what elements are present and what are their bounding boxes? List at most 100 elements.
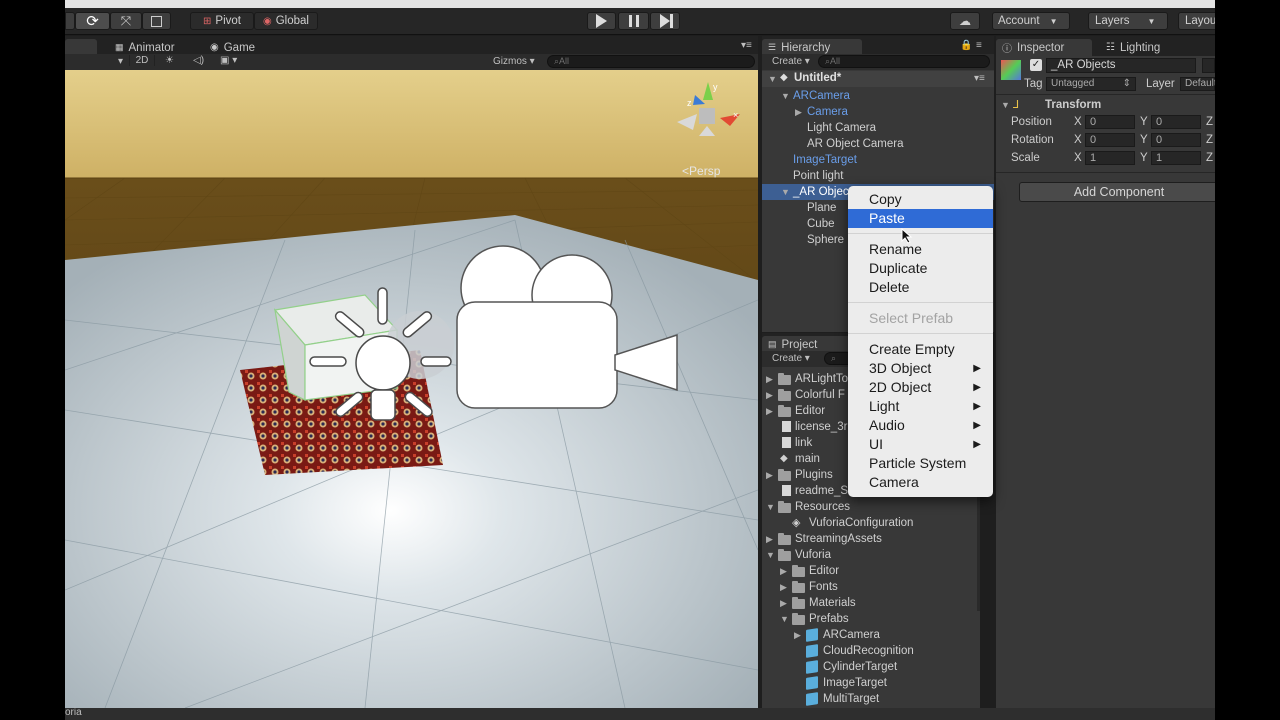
panel-menu-icon[interactable]: ▾≡ xyxy=(741,40,752,51)
audio-toggle-icon[interactable]: ◁) xyxy=(193,55,204,66)
active-checkbox[interactable]: ✓ xyxy=(1030,59,1042,71)
tab-inspector[interactable]: ⓘ Inspector xyxy=(996,39,1092,56)
2d-toggle[interactable]: 2D xyxy=(129,55,155,66)
collapsed-triangle-icon[interactable]: ▶ xyxy=(766,467,773,483)
lighting-icon: ☷ xyxy=(1106,42,1115,53)
collapsed-triangle-icon[interactable]: ▶ xyxy=(795,104,802,120)
step-button[interactable] xyxy=(650,12,680,30)
project-item[interactable]: ▶ Fonts xyxy=(762,579,977,595)
layer-dropdown[interactable]: Default xyxy=(1180,77,1215,91)
project-item-label: ImageTarget xyxy=(823,677,887,689)
project-item[interactable]: ▶ StreamingAssets xyxy=(762,531,977,547)
perspective-label[interactable]: <Persp xyxy=(682,164,720,178)
menu-item[interactable]: Paste xyxy=(848,209,993,228)
project-item[interactable]: ▶ Materials xyxy=(762,595,977,611)
menu-item[interactable]: Copy xyxy=(848,190,993,209)
folder-icon xyxy=(778,501,791,513)
scene-viewport[interactable]: × y z xyxy=(65,70,758,708)
effects-toggle-icon[interactable]: ▣ ▾ xyxy=(220,55,237,66)
menu-item[interactable]: Audio ▶ xyxy=(848,416,993,435)
collab-button[interactable]: ☁ xyxy=(950,12,980,30)
project-create-dropdown[interactable]: Create ▾ xyxy=(772,353,810,364)
panel-menu-icon[interactable]: ≡ xyxy=(976,40,982,51)
collapsed-triangle-icon[interactable]: ▶ xyxy=(766,531,773,547)
lock-icon[interactable]: 🔒 xyxy=(960,40,972,51)
global-toggle[interactable]: ◉ Global xyxy=(254,12,318,30)
project-item[interactable]: ▼ Resources xyxy=(762,499,977,515)
project-item[interactable]: CloudRecognition xyxy=(762,643,977,659)
pause-button[interactable] xyxy=(618,12,649,30)
tab-lighting[interactable]: ☷ Lighting xyxy=(1096,39,1170,56)
collapsed-triangle-icon[interactable]: ▶ xyxy=(766,371,773,387)
project-item[interactable]: ▼ Prefabs xyxy=(762,611,977,627)
hierarchy-item[interactable]: Light Camera xyxy=(762,120,994,136)
collapsed-triangle-icon[interactable]: ▶ xyxy=(766,387,773,403)
x-value-field[interactable]: 0 xyxy=(1085,133,1135,147)
transform-collapse-icon[interactable]: ▼ xyxy=(1001,100,1010,110)
pivot-toggle[interactable]: ⊞ Pivot xyxy=(190,12,254,30)
project-item[interactable]: MultiTarget xyxy=(762,691,977,707)
project-item[interactable]: ▶ Editor xyxy=(762,563,977,579)
menu-item[interactable]: Light ▶ xyxy=(848,397,993,416)
x-value-field[interactable]: 1 xyxy=(1085,151,1135,165)
gizmos-dropdown[interactable]: Gizmos ▾ xyxy=(493,56,535,67)
lighting-toggle-icon[interactable]: ☀ xyxy=(165,55,174,66)
menu-item[interactable]: 2D Object ▶ xyxy=(848,378,993,397)
folder-icon xyxy=(778,469,791,481)
account-dropdown[interactable]: Account ▼ xyxy=(992,12,1070,30)
project-item[interactable]: CylinderTarget xyxy=(762,659,977,675)
folder-icon xyxy=(792,581,805,593)
menu-item[interactable]: Camera xyxy=(848,473,993,492)
project-item[interactable]: ◈ VuforiaConfiguration xyxy=(762,515,977,531)
menu-item[interactable]: UI ▶ xyxy=(848,435,993,454)
menu-item[interactable]: Create Empty xyxy=(848,340,993,359)
menu-item[interactable]: 3D Object ▶ xyxy=(848,359,993,378)
menu-item[interactable]: Particle System xyxy=(848,454,993,473)
shading-mode-dropdown[interactable]: ▾ xyxy=(118,56,123,67)
project-item[interactable]: ▼ Vuforia xyxy=(762,547,977,563)
menu-item-label: Light xyxy=(869,398,900,414)
hierarchy-create-dropdown[interactable]: Create ▾ xyxy=(772,56,810,67)
collapse-triangle-icon[interactable]: ▼ xyxy=(768,74,777,84)
hand-tool-button[interactable] xyxy=(65,12,75,30)
y-value-field[interactable]: 1 xyxy=(1151,151,1201,165)
add-component-button[interactable]: Add Component xyxy=(1019,182,1215,202)
menu-item[interactable]: Rename xyxy=(848,240,993,259)
rect-icon xyxy=(151,15,162,27)
static-checkbox[interactable] xyxy=(1202,58,1215,73)
rotate-tool-button[interactable]: ⟳ xyxy=(75,12,110,30)
expanded-triangle-icon[interactable]: ▼ xyxy=(781,88,790,104)
x-value-field[interactable]: 0 xyxy=(1085,115,1135,129)
object-name-field[interactable]: _AR Objects xyxy=(1046,58,1196,73)
hierarchy-item[interactable]: ▶ Camera xyxy=(762,104,994,120)
collapsed-triangle-icon[interactable]: ▶ xyxy=(766,403,773,419)
hierarchy-item[interactable]: ▼ ARCamera xyxy=(762,88,994,104)
scene-search-input[interactable]: ⌕All xyxy=(547,55,755,68)
hierarchy-item[interactable]: AR Object Camera xyxy=(762,136,994,152)
hierarchy-item[interactable]: ImageTarget xyxy=(762,152,994,168)
y-value-field[interactable]: 0 xyxy=(1151,115,1201,129)
collapsed-triangle-icon[interactable]: ▶ xyxy=(780,595,787,611)
hierarchy-search-input[interactable]: ⌕All xyxy=(818,55,990,68)
hierarchy-item[interactable]: Point light xyxy=(762,168,994,184)
scale-tool-button[interactable]: ⤧ xyxy=(110,12,142,30)
layout-dropdown[interactable]: Layou xyxy=(1178,12,1215,30)
collapsed-triangle-icon[interactable]: ▶ xyxy=(780,563,787,579)
play-button[interactable] xyxy=(587,12,616,30)
tag-dropdown[interactable]: Untagged ⇕ xyxy=(1046,77,1136,91)
scene-header-row[interactable]: ▼ ◆ Untitled* ▾≡ xyxy=(762,71,994,87)
collapsed-triangle-icon[interactable]: ▶ xyxy=(794,627,801,643)
expanded-triangle-icon[interactable]: ▼ xyxy=(781,184,790,200)
layers-dropdown[interactable]: Layers ▼ xyxy=(1088,12,1168,30)
scene-menu-icon[interactable]: ▾≡ xyxy=(974,73,985,84)
menu-item[interactable]: Duplicate xyxy=(848,259,993,278)
expanded-triangle-icon[interactable]: ▼ xyxy=(766,499,775,515)
rect-tool-button[interactable] xyxy=(142,12,171,30)
expanded-triangle-icon[interactable]: ▼ xyxy=(780,611,789,627)
menu-item[interactable]: Delete xyxy=(848,278,993,297)
project-item[interactable]: ▶ ARCamera xyxy=(762,627,977,643)
project-item[interactable]: ImageTarget xyxy=(762,675,977,691)
expanded-triangle-icon[interactable]: ▼ xyxy=(766,547,775,563)
y-value-field[interactable]: 0 xyxy=(1151,133,1201,147)
collapsed-triangle-icon[interactable]: ▶ xyxy=(780,579,787,595)
